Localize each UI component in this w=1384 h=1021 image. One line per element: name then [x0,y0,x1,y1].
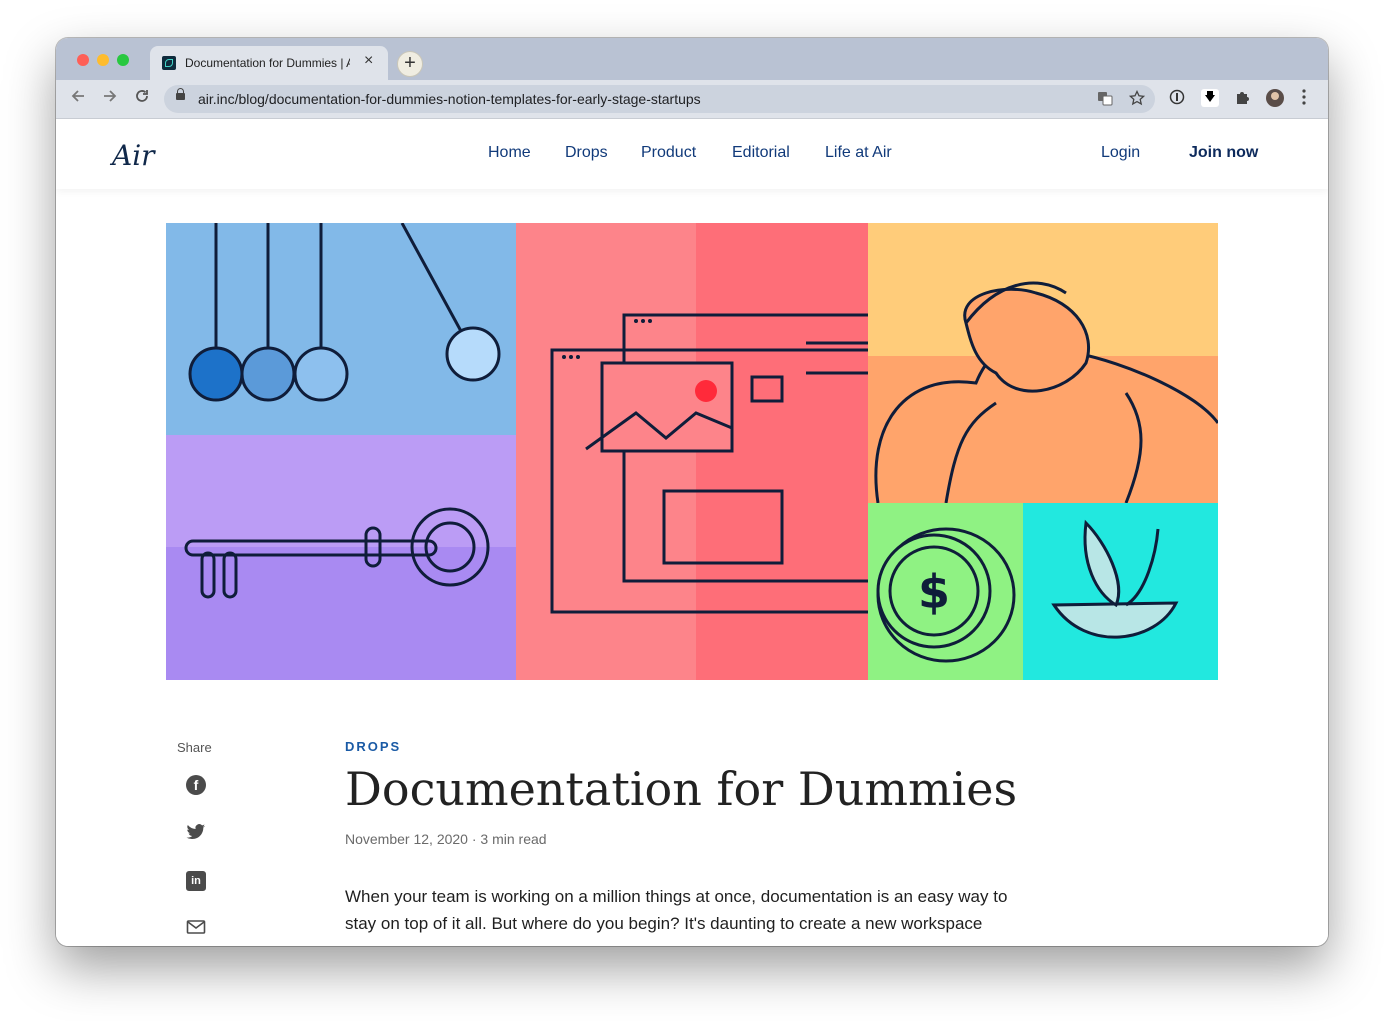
close-window-button[interactable] [77,54,89,66]
article-title: Documentation for Dummies [345,762,1018,816]
browser-toolbar: air.inc/blog/documentation-for-dummies-n… [56,80,1328,119]
nav-product[interactable]: Product [641,144,696,162]
article-date: November 12, 2020 [345,831,468,847]
avatar[interactable] [1266,89,1284,107]
menu-icon[interactable] [1301,88,1307,111]
puzzle-icon[interactable] [1234,89,1250,108]
lock-icon [176,88,185,100]
nav-life-at-air[interactable]: Life at Air [825,144,892,162]
minimize-window-button[interactable] [97,54,109,66]
article-intro: When your team is working on a million t… [345,887,1008,933]
mail-icon[interactable] [186,919,206,939]
star-icon[interactable] [1128,89,1146,109]
hero-illustration: $ [166,223,1218,680]
read-time: 3 min read [480,831,547,847]
new-tab-button[interactable]: + [397,51,423,77]
meta-separator: · [471,831,477,847]
browser-tab[interactable]: Documentation for Dummies | Air × [150,46,388,80]
site-header: Air Home Drops Product Editorial Life at… [56,119,1328,189]
join-now-button[interactable]: Join now [1189,144,1258,162]
category-label[interactable]: DROPS [345,739,401,754]
url-text: air.inc/blog/documentation-for-dummies-n… [198,91,701,107]
login-link[interactable]: Login [1101,144,1140,162]
share-label: Share [177,740,212,755]
svg-text:$: $ [918,565,950,619]
forward-arrow-icon[interactable] [102,88,118,109]
translate-icon[interactable] [1097,90,1113,109]
nav-drops[interactable]: Drops [565,144,608,162]
web-page: Air Home Drops Product Editorial Life at… [56,119,1328,946]
reload-icon[interactable] [134,88,150,109]
facebook-icon[interactable]: f [186,775,206,795]
article-meta: November 12, 2020 · 3 min read [345,831,547,847]
maximize-window-button[interactable] [117,54,129,66]
tab-close-icon[interactable]: × [364,52,373,70]
address-bar[interactable]: air.inc/blog/documentation-for-dummies-n… [164,85,1155,113]
nav-editorial[interactable]: Editorial [732,144,790,162]
download-icon[interactable] [1201,89,1219,110]
tab-title: Documentation for Dummies | Air [185,56,350,70]
back-arrow-icon[interactable] [70,88,86,109]
tab-strip: Documentation for Dummies | Air × + [56,38,1328,80]
browser-window: Documentation for Dummies | Air × + air.… [56,38,1328,946]
nav-home[interactable]: Home [488,144,531,162]
air-favicon-icon [162,56,176,70]
linkedin-icon[interactable]: in [186,871,206,891]
air-logo[interactable]: Air [112,139,155,172]
twitter-icon[interactable] [186,823,206,843]
password-icon[interactable] [1169,89,1185,108]
